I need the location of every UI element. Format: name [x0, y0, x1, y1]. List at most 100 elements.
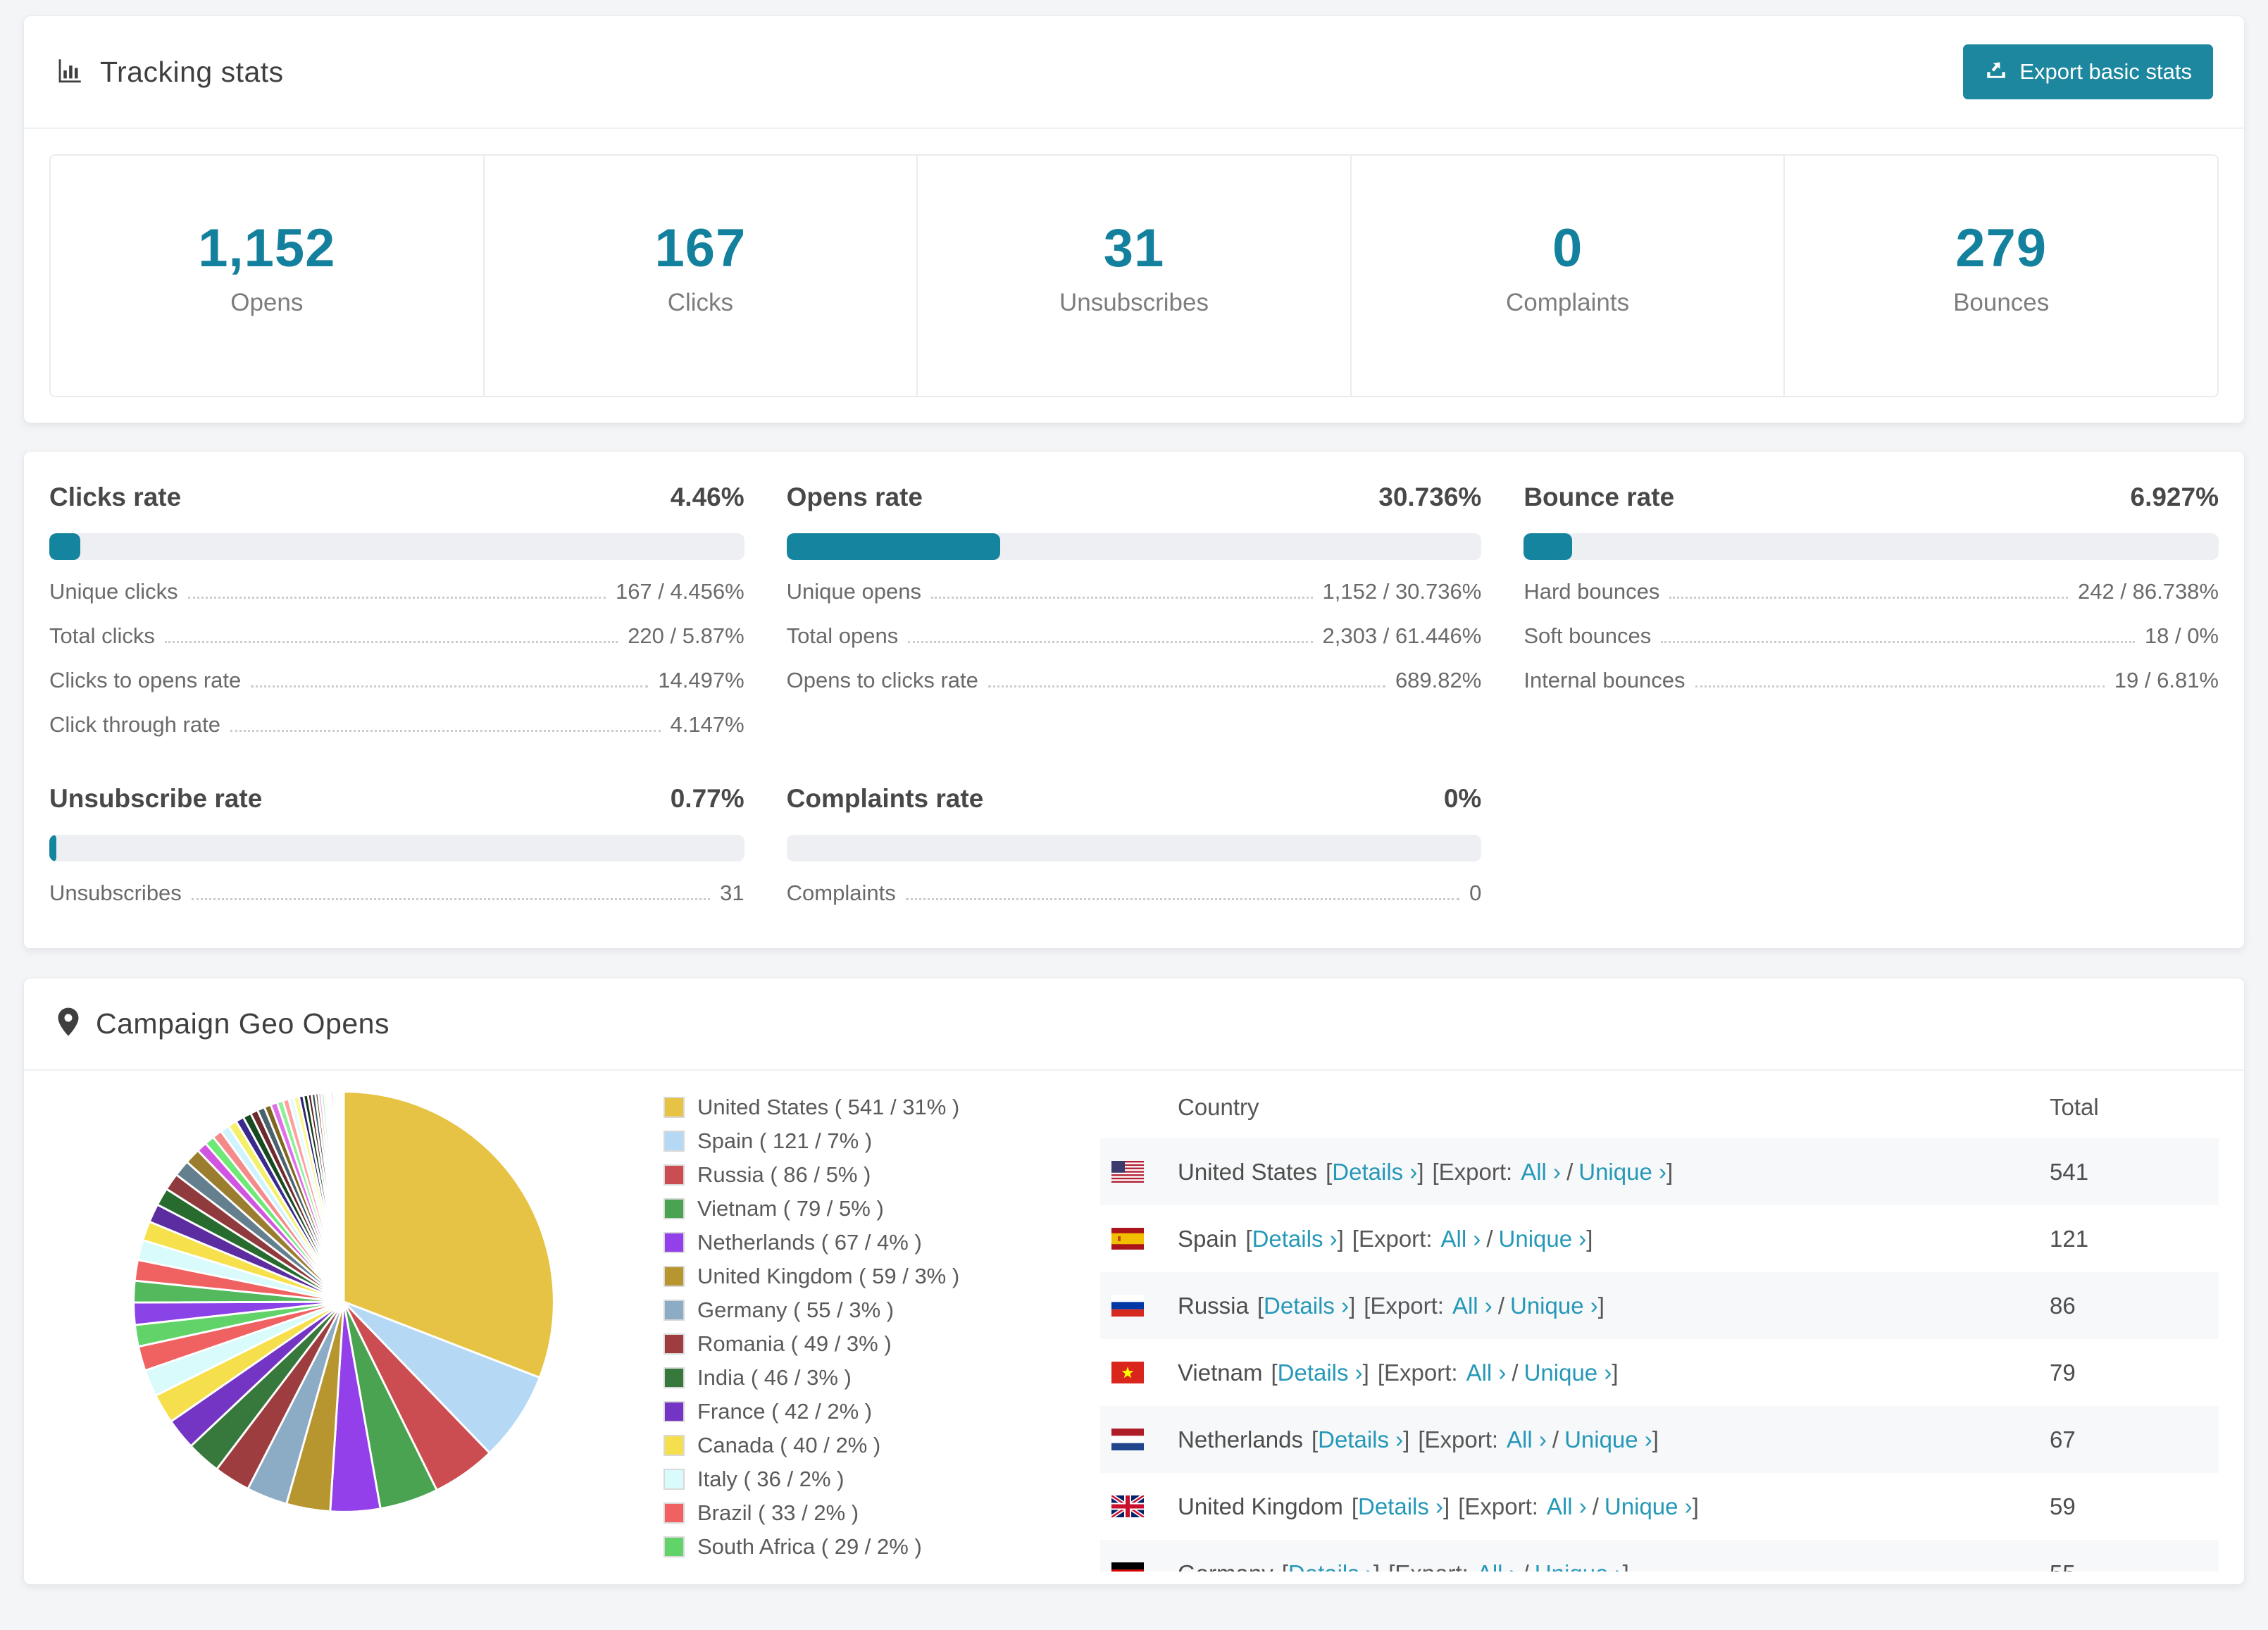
export-unique-link[interactable]: Unique ›: [1535, 1560, 1623, 1572]
legend-item-united-kingdom[interactable]: United Kingdom ( 59 / 3% ): [663, 1264, 1058, 1289]
export-unique-link[interactable]: Unique ›: [1605, 1493, 1693, 1520]
export-unique-link[interactable]: Unique ›: [1524, 1360, 1612, 1386]
vietnam-flag-icon: [1111, 1362, 1144, 1383]
stat-unsubscribes: 31 Unsubscribes: [916, 156, 1350, 396]
legend-item-vietnam[interactable]: Vietnam ( 79 / 5% ): [663, 1196, 1058, 1221]
legend-item-brazil[interactable]: Brazil ( 33 / 2% ): [663, 1500, 1058, 1526]
opens-rate-panel: Opens rate 30.736% Unique opens 1,152 / 3…: [786, 483, 1482, 692]
rate-detail-row: Total clicks 220 / 5.87%: [49, 623, 744, 648]
complaints-rate-title: Complaints rate: [786, 784, 984, 813]
legend-item-france[interactable]: France ( 42 / 2% ): [663, 1399, 1058, 1424]
bounce-rate-progressbar: [1524, 533, 2219, 560]
legend-swatch: [663, 1097, 685, 1118]
complaints-rate-progressbar: [786, 835, 1482, 861]
export-all-link[interactable]: All ›: [1477, 1560, 1517, 1572]
export-all-link[interactable]: All ›: [1547, 1493, 1587, 1520]
complaints-count: 0: [1552, 218, 1583, 278]
geo-table-row-russia: Russia [Details ›] [Export: All › / Unique …: [1100, 1272, 2219, 1339]
legend-swatch: [663, 1131, 685, 1152]
united-states-flag-icon: [1111, 1161, 1144, 1183]
legend-item-south-africa[interactable]: South Africa ( 29 / 2% ): [663, 1534, 1058, 1560]
legend-item-romania[interactable]: Romania ( 49 / 3% ): [663, 1331, 1058, 1357]
opens-rate-progressbar: [786, 533, 1482, 560]
clicks-rate-panel: Clicks rate 4.46% Unique clicks 167 / 4.4…: [49, 483, 744, 737]
rate-detail-row: Clicks to opens rate 14.497%: [49, 668, 744, 692]
rate-detail-row: Click through rate 4.147%: [49, 712, 744, 737]
legend-swatch: [663, 1266, 685, 1287]
legend-swatch: [663, 1333, 685, 1355]
export-unique-link[interactable]: Unique ›: [1510, 1293, 1598, 1319]
page-title: Tracking stats: [100, 55, 284, 88]
legend-item-united-states[interactable]: United States ( 541 / 31% ): [663, 1095, 1058, 1120]
bounce-rate-title: Bounce rate: [1524, 483, 1675, 511]
germany-flag-icon: [1111, 1562, 1144, 1572]
legend-swatch: [663, 1503, 685, 1524]
bar-chart-icon: [55, 56, 85, 89]
unsubscribe-rate-title: Unsubscribe rate: [49, 784, 263, 813]
pie-legend: United States ( 541 / 31% ) Spain ( 121 …: [663, 1095, 1058, 1584]
geo-table-row-germany: Germany [Details ›] [Export:All ›/Unique…: [1100, 1540, 2219, 1572]
geo-table-row-united-states: United States [Details ›] [Export: All › /…: [1100, 1138, 2219, 1205]
geo-opens-table: Country Total United States [Details ›] …: [1100, 1076, 2219, 1572]
bounces-count: 279: [1955, 218, 2048, 278]
unsubscribes-count: 31: [1103, 218, 1165, 278]
rate-detail-row: Complaints 0: [786, 881, 1482, 905]
rate-detail-row: Unique clicks 167 / 4.456%: [49, 579, 744, 604]
legend-item-canada[interactable]: Canada ( 40 / 2% ): [663, 1433, 1058, 1458]
opens-count: 1,152: [198, 218, 336, 278]
details-link[interactable]: Details ›: [1252, 1226, 1338, 1252]
tracking-stats-card: Tracking stats Export basic stats 1,152 …: [23, 15, 2245, 423]
rate-detail-row: Internal bounces 19 / 6.81%: [1524, 668, 2219, 692]
legend-swatch: [663, 1198, 685, 1219]
stat-opens: 1,152 Opens: [51, 156, 483, 396]
legend-item-india[interactable]: India ( 46 / 3% ): [663, 1365, 1058, 1391]
united-kingdom-flag-icon: [1110, 1493, 1145, 1519]
legend-item-spain[interactable]: Spain ( 121 / 7% ): [663, 1128, 1058, 1154]
details-link[interactable]: Details ›: [1318, 1426, 1403, 1453]
rate-detail-row: Hard bounces 242 / 86.738%: [1524, 579, 2219, 604]
geo-table-row-vietnam: Vietnam [Details ›] [Export: All › / Unique…: [1100, 1339, 2219, 1406]
legend-swatch: [663, 1232, 685, 1253]
clicks-rate-title: Clicks rate: [49, 483, 182, 511]
export-all-link[interactable]: All ›: [1466, 1360, 1507, 1386]
geo-table-row-netherlands: Netherlands [Details ›] [Export: All › / Un…: [1100, 1406, 2219, 1473]
legend-item-italy[interactable]: Italy ( 36 / 2% ): [663, 1467, 1058, 1492]
unsubscribe-rate-panel: Unsubscribe rate 0.77% Unsubscribes 31: [49, 784, 744, 905]
details-link[interactable]: Details ›: [1358, 1493, 1443, 1520]
map-pin-icon: [55, 1007, 82, 1041]
complaints-rate-panel: Complaints rate 0% Complaints 0: [786, 784, 1482, 905]
spain-flag-icon: [1111, 1228, 1144, 1250]
legend-swatch: [663, 1367, 685, 1388]
details-link[interactable]: Details ›: [1264, 1293, 1349, 1319]
legend-item-netherlands[interactable]: Netherlands ( 67 / 4% ): [663, 1230, 1058, 1255]
unsubscribe-rate-progressbar: [49, 835, 744, 861]
export-basic-stats-button[interactable]: Export basic stats: [1963, 44, 2213, 99]
legend-item-germany[interactable]: Germany ( 55 / 3% ): [663, 1298, 1058, 1323]
rate-detail-row: Soft bounces 18 / 0%: [1524, 623, 2219, 648]
clicks-count: 167: [654, 218, 747, 278]
geo-card-header: Campaign Geo Opens: [24, 978, 2244, 1071]
export-unique-link[interactable]: Unique ›: [1499, 1226, 1587, 1252]
export-all-link[interactable]: All ›: [1441, 1226, 1481, 1252]
export-unique-link[interactable]: Unique ›: [1564, 1426, 1652, 1453]
export-unique-link[interactable]: Unique ›: [1578, 1159, 1666, 1186]
geo-opens-pie-chart[interactable]: [125, 1083, 562, 1584]
details-link[interactable]: Details ›: [1288, 1560, 1373, 1572]
stat-complaints: 0 Complaints: [1350, 156, 1784, 396]
legend-swatch: [663, 1469, 685, 1490]
summary-stats-row: 1,152 Opens 167 Clicks 31 Unsubscribes 0…: [49, 154, 2219, 397]
clicks-rate-progressbar: [49, 533, 744, 560]
stat-bounces: 279 Bounces: [1783, 156, 2217, 396]
rate-detail-row: Unsubscribes 31: [49, 881, 744, 905]
details-link[interactable]: Details ›: [1332, 1159, 1417, 1186]
legend-item-russia[interactable]: Russia ( 86 / 5% ): [663, 1162, 1058, 1188]
rate-detail-row: Opens to clicks rate 689.82%: [786, 668, 1482, 692]
export-all-link[interactable]: All ›: [1507, 1426, 1547, 1453]
tracking-stats-header: Tracking stats Export basic stats: [24, 16, 2244, 129]
export-all-link[interactable]: All ›: [1521, 1159, 1561, 1186]
details-link[interactable]: Details ›: [1278, 1360, 1363, 1386]
geo-table-row-united-kingdom: United Kingdom [Details ›] [Export: All ›…: [1100, 1473, 2219, 1540]
legend-swatch: [663, 1536, 685, 1557]
opens-rate-title: Opens rate: [786, 483, 923, 511]
export-all-link[interactable]: All ›: [1452, 1293, 1493, 1319]
